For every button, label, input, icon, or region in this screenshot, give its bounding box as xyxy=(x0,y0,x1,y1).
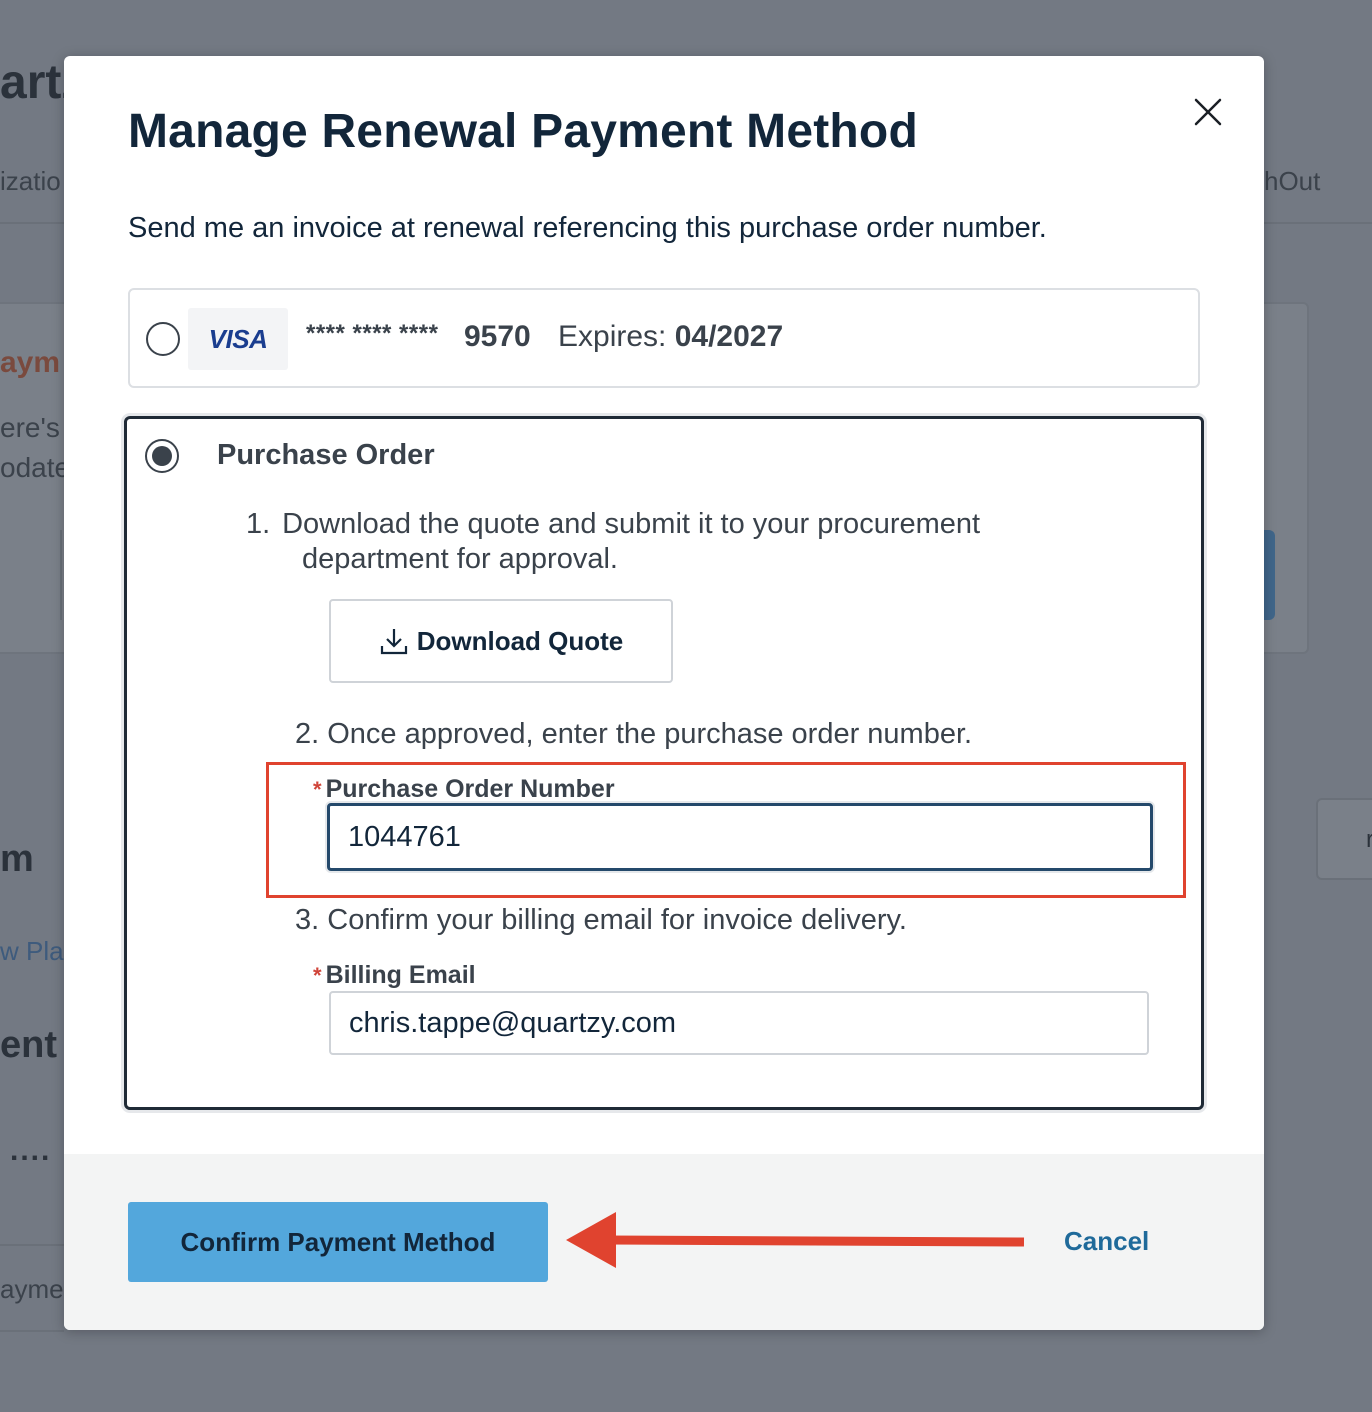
bg-nav-left-fragment: izatio xyxy=(0,166,61,196)
confirm-payment-method-button[interactable]: Confirm Payment Method xyxy=(128,1202,548,1282)
close-button[interactable] xyxy=(1188,92,1228,132)
visa-logo-text: VISA xyxy=(208,323,268,354)
po-number-input[interactable] xyxy=(327,803,1153,871)
modal-subtitle: Send me an invoice at renewal referencin… xyxy=(128,212,1047,244)
po-number-label-text: Purchase Order Number xyxy=(325,775,615,803)
visa-card-option[interactable]: VISA **** **** **** 9570 Expires: 04/202… xyxy=(128,288,1200,388)
close-icon xyxy=(1194,98,1222,126)
card-masked-number: **** **** **** xyxy=(306,320,439,347)
card-last4: 9570 xyxy=(464,320,531,353)
card-expiry-value: 04/2027 xyxy=(674,320,784,353)
download-quote-button[interactable]: Download Quote xyxy=(329,599,673,683)
visa-radio[interactable] xyxy=(146,322,180,356)
required-mark: * xyxy=(313,777,322,802)
bg-right-button-label: r xyxy=(1366,826,1372,853)
purchase-order-radio[interactable] xyxy=(145,439,179,473)
bg-update-fragment: odate xyxy=(0,452,64,483)
download-icon xyxy=(380,629,407,655)
bg-divider xyxy=(0,1244,64,1246)
step-3-text: Confirm your billing email for invoice d… xyxy=(327,904,907,936)
card-expiry-label: Expires: xyxy=(558,320,667,353)
step-2: 2. Once approved, enter the purchase ord… xyxy=(295,717,972,752)
bg-m-fragment: m xyxy=(0,838,34,880)
bg-ent-fragment: ent xyxy=(0,1024,57,1066)
bg-blue-button xyxy=(1264,530,1275,620)
bg-plan-fragment: w Plan xyxy=(0,936,64,966)
bg-nav-right-fragment: hOut xyxy=(1264,166,1321,196)
bg-dots-fragment: .... xyxy=(10,1134,52,1167)
bg-brand-fragment: artz xyxy=(0,56,64,109)
bg-divider-bottom xyxy=(0,1330,64,1332)
step-2-text: Once approved, enter the purchase order … xyxy=(327,718,973,750)
step-1-text: Download the quote and submit it to your… xyxy=(282,508,981,575)
billing-email-label-text: Billing Email xyxy=(325,961,476,989)
step-2-number: 2. xyxy=(295,718,320,750)
bg-payment-heading-fragment: aym xyxy=(0,346,61,379)
billing-email-input[interactable] xyxy=(329,991,1149,1055)
required-mark: * xyxy=(313,963,322,988)
payment-method-modal: Manage Renewal Payment Method Send me an… xyxy=(64,56,1264,1330)
bg-payme-fragment: ayme xyxy=(0,1274,64,1304)
download-quote-label: Download Quote xyxy=(416,625,624,656)
step-3: 3. Confirm your billing email for invoic… xyxy=(295,903,907,938)
purchase-order-label: Purchase Order xyxy=(217,439,435,471)
cancel-link[interactable]: Cancel xyxy=(1064,1226,1149,1257)
bg-right-button: r xyxy=(1316,798,1372,880)
purchase-order-option[interactable]: Purchase Order 1. Download the quote and… xyxy=(124,416,1204,1110)
step-1: 1. Download the quote and submit it to y… xyxy=(246,508,981,575)
step-3-number: 3. xyxy=(295,904,320,936)
card-expiry: Expires: 04/2027 xyxy=(558,320,783,354)
modal-title: Manage Renewal Payment Method xyxy=(128,105,918,158)
visa-logo-icon: VISA xyxy=(188,308,288,370)
bg-heres-fragment: ere's xyxy=(0,412,60,443)
po-number-label: * Purchase Order Number xyxy=(313,775,615,804)
annotation-arrow xyxy=(566,1212,1025,1268)
billing-email-label: * Billing Email xyxy=(313,961,476,990)
modal-footer: Confirm Payment Method Cancel xyxy=(64,1154,1264,1330)
